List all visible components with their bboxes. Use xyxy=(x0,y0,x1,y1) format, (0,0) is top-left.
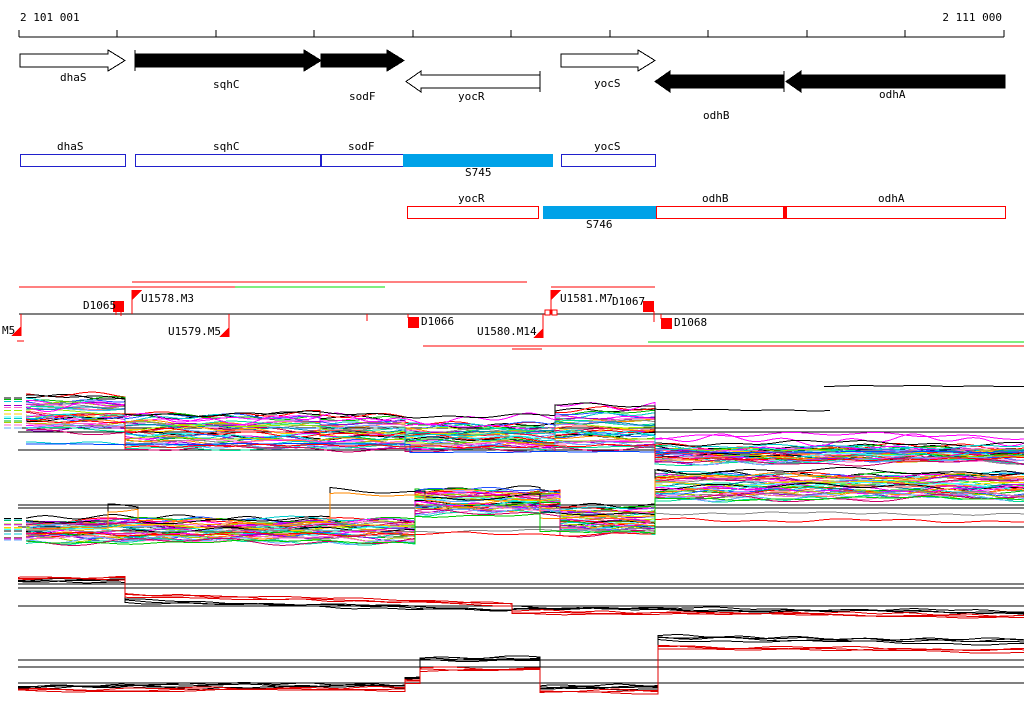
gene-label-odhB: odhB xyxy=(703,109,730,122)
unit-label-odhB: odhB xyxy=(702,192,729,205)
reverse-signal-control-trace-3 xyxy=(18,636,1024,691)
forward-signal-experiment-outlier-trace-0 xyxy=(25,402,1024,447)
genome-browser-view: 2 101 001 2 111 000 dhaS sqhC sodF yocR yocS… xyxy=(0,0,1024,714)
gene-label-yocS: yocS xyxy=(594,77,621,90)
unit-label-sqhC-sodF: sqhC xyxy=(213,140,240,153)
probe-label-U1578.M3: U1578.M3 xyxy=(141,292,194,305)
gene-label-sodF: sodF xyxy=(349,90,376,103)
probe-mini-square-1 xyxy=(551,309,558,316)
reverse-signal-control-trace-2 xyxy=(18,638,1024,690)
unit-label-odhA: odhA xyxy=(878,192,905,205)
gene-label-odhA: odhA xyxy=(879,88,906,101)
reverse-signal-control-trace-1 xyxy=(18,636,1024,690)
probe-label-M5: M5 xyxy=(2,324,15,337)
reverse-signal-control-trace-5 xyxy=(17,644,1024,693)
probe-label-U1580.M14: U1580.M14 xyxy=(477,325,537,338)
probe-mini-square-0 xyxy=(544,309,551,316)
unit-thick-edge-odhA xyxy=(783,206,786,219)
browser-graphics: dhaS sqhC sodF yocR yocS odhB odhA dhaS sqhC sodF… xyxy=(2,30,1024,695)
unit-box-sqhC-sodF[interactable] xyxy=(135,154,404,167)
unit-label-S745: S745 xyxy=(465,166,492,179)
unit-box-dhaS[interactable] xyxy=(20,154,126,167)
unit-box-odhB[interactable] xyxy=(656,206,785,219)
unit-box-yocR[interactable] xyxy=(407,206,539,219)
unit-label-S746: S746 xyxy=(586,218,613,231)
probe-label-U1579.M5: U1579.M5 xyxy=(168,325,221,338)
probe-label-D1066: D1066 xyxy=(421,315,454,328)
gene-label-sqhC: sqhC xyxy=(213,78,240,91)
unit-box-yocS[interactable] xyxy=(561,154,656,167)
gene-label-yocR: yocR xyxy=(458,90,485,103)
gene-arrow-yocS[interactable] xyxy=(560,49,656,72)
gene-arrow-sqhC[interactable] xyxy=(134,49,322,72)
gene-arrow-sodF[interactable] xyxy=(320,49,405,72)
probe-square-D1068[interactable] xyxy=(661,318,672,329)
unit-label-sqhC-sodF: sodF xyxy=(348,140,375,153)
gene-arrow-yocR[interactable] xyxy=(405,70,541,93)
gene-arrow-odhB[interactable] xyxy=(654,70,785,93)
forward-signal-experiment-outlier-trace-5 xyxy=(824,385,1024,387)
probe-label-D1067: D1067 xyxy=(612,295,645,308)
probe-label-D1065: D1065 xyxy=(83,299,116,312)
probe-square-D1066[interactable] xyxy=(408,317,419,328)
unit-label-yocS: yocS xyxy=(594,140,621,153)
gene-label-dhaS: dhaS xyxy=(60,71,87,84)
probe-label-D1068: D1068 xyxy=(674,316,707,329)
probe-label-U1581.M7: U1581.M7 xyxy=(560,292,613,305)
forward-signal-experiment-outlier-trace-6 xyxy=(654,408,830,412)
unit-box-odhA[interactable] xyxy=(786,206,1006,219)
unit-label-dhaS: dhaS xyxy=(57,140,84,153)
unit-label-yocR: yocR xyxy=(458,192,485,205)
gene-arrow-dhaS[interactable] xyxy=(19,49,126,72)
